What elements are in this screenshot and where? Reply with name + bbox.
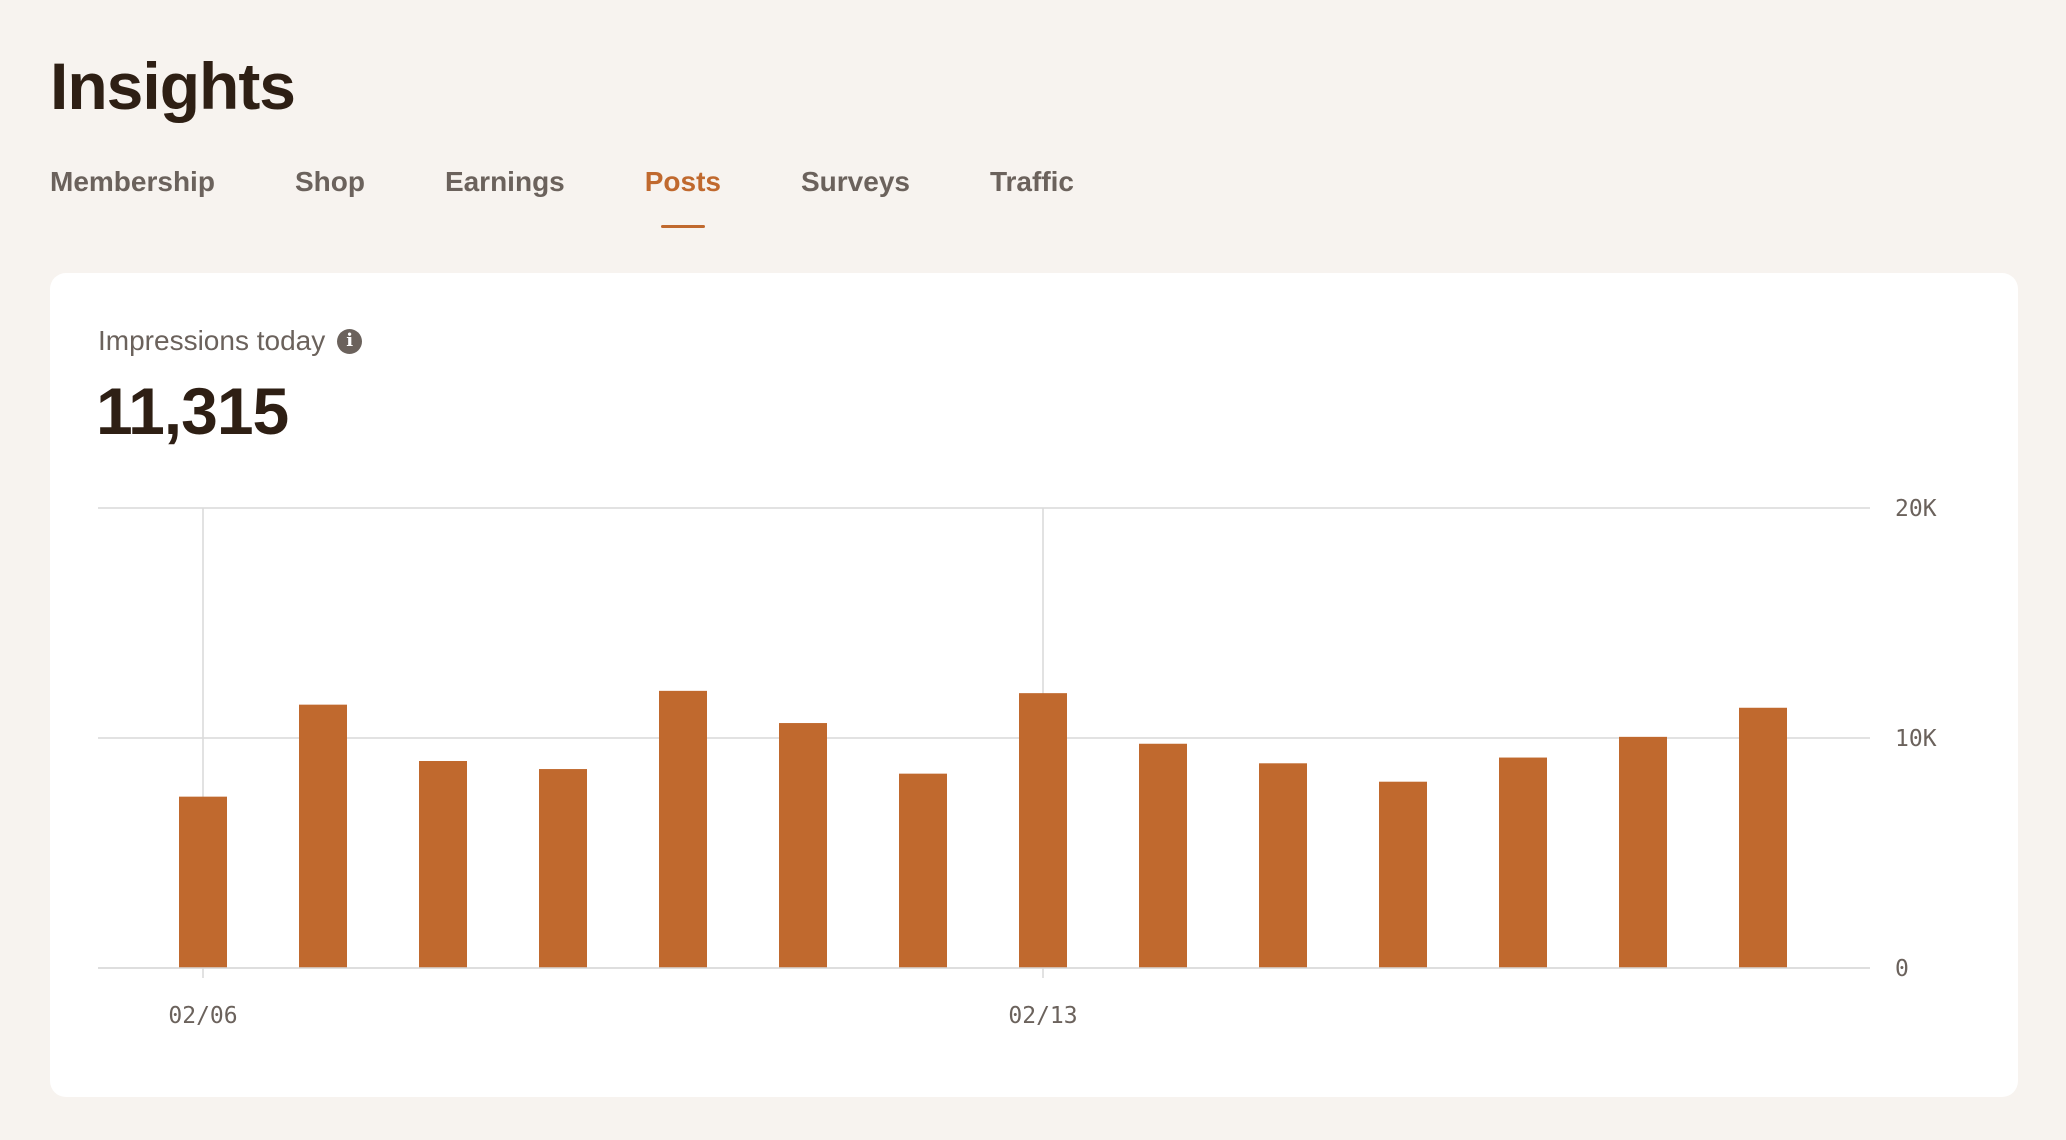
- tab-bar: Membership Shop Earnings Posts Surveys T…: [50, 166, 1154, 228]
- bar: [1499, 757, 1547, 968]
- bar: [779, 723, 827, 968]
- tab-shop[interactable]: Shop: [295, 166, 365, 228]
- tab-traffic[interactable]: Traffic: [990, 166, 1074, 228]
- bar: [539, 769, 587, 968]
- x-tick-label: 02/06: [168, 1003, 237, 1029]
- bar: [179, 796, 227, 968]
- y-tick-label: 20K: [1895, 496, 1937, 522]
- bar: [299, 704, 347, 968]
- tab-surveys[interactable]: Surveys: [801, 166, 910, 228]
- tab-membership[interactable]: Membership: [50, 166, 215, 228]
- bar: [1259, 763, 1307, 968]
- tab-earnings[interactable]: Earnings: [445, 166, 565, 228]
- bar: [1379, 781, 1427, 968]
- impressions-bar-chart: 20K 10K 0 02/06 02/13: [98, 496, 1937, 1029]
- bar: [419, 761, 467, 968]
- page-title: Insights: [50, 49, 296, 123]
- x-tick-label: 02/13: [1008, 1003, 1077, 1029]
- bar: [1619, 736, 1667, 968]
- impressions-card: Impressions today i 11,315 20K 10K 0 02/06 0…: [50, 273, 2018, 1097]
- tab-posts[interactable]: Posts: [645, 166, 721, 228]
- bar: [659, 690, 707, 968]
- bar: [899, 773, 947, 968]
- y-tick-label: 10K: [1895, 726, 1937, 752]
- bar: [1019, 693, 1067, 968]
- bar: [1739, 707, 1787, 968]
- bar: [1139, 743, 1187, 968]
- y-tick-label: 0: [1895, 956, 1909, 982]
